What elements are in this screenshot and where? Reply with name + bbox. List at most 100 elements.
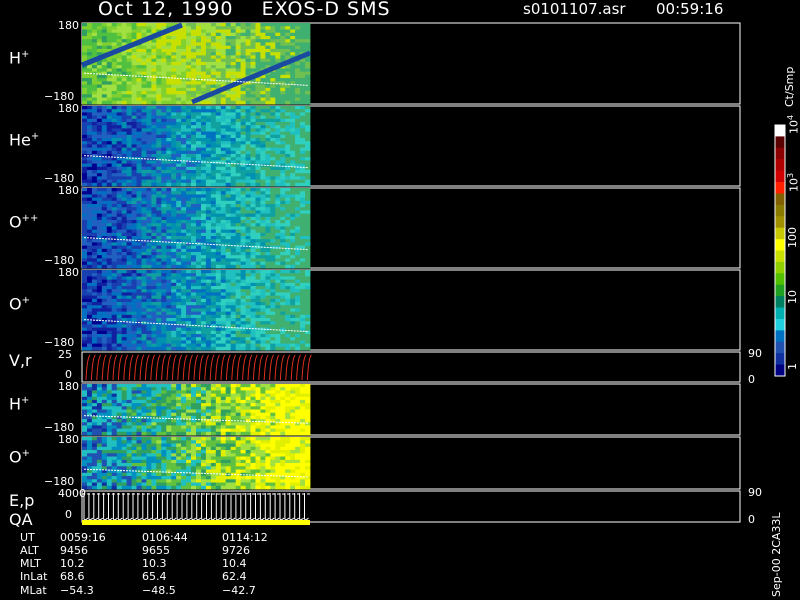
spectrogram-cell [161, 412, 167, 417]
spectrogram-cell [106, 248, 113, 253]
spectrogram-cell [156, 188, 162, 192]
spectrogram-cell [255, 311, 261, 316]
spectrogram-cell [290, 210, 296, 214]
spectrogram-cell [201, 182, 207, 187]
spectrogram-cell [245, 141, 251, 145]
spectrogram-cell [116, 115, 123, 120]
spectrogram-cell [181, 115, 187, 120]
spectrogram-cell [215, 334, 222, 338]
spectrogram-cell [171, 48, 177, 53]
spectrogram-cell [265, 298, 271, 303]
spectrogram-cell [250, 154, 256, 158]
spectrogram-cell [181, 279, 187, 284]
spectrogram-cell [255, 84, 261, 89]
spectrogram-cell [186, 182, 192, 187]
spectrogram-cell [245, 45, 251, 50]
spectrogram-cell [116, 255, 123, 259]
spectrogram-cell [166, 128, 172, 132]
spectrogram-cell [305, 223, 311, 227]
spectrogram-cell [196, 298, 202, 303]
spectrogram-cell [295, 346, 301, 351]
spectrogram-cell [131, 138, 137, 142]
spectrogram-cell [131, 109, 137, 113]
spectrogram-cell [215, 261, 222, 266]
spectrogram-cell [141, 226, 147, 230]
spectrogram-cell [136, 204, 142, 208]
spectrogram-cell [101, 65, 108, 69]
spectrogram-cell [96, 170, 103, 174]
spectrogram-cell [245, 122, 251, 126]
spectrogram-cell [230, 321, 237, 325]
spectrogram-cell [82, 207, 88, 211]
spectrogram-cell [116, 112, 123, 116]
spectrogram-cell [82, 36, 88, 40]
spectrogram-cell [106, 23, 113, 27]
spectrogram-cell [91, 393, 98, 398]
spectrogram-cell [280, 36, 286, 40]
spectrogram-cell [275, 42, 281, 46]
spectrogram-cell [280, 213, 286, 218]
spectrogram-cell [196, 173, 202, 177]
spectrogram-cell [230, 264, 237, 269]
spectrogram-cell [151, 390, 157, 394]
spectrogram-cell [126, 248, 132, 253]
spectrogram-cell [300, 131, 306, 136]
spectrogram-cell [171, 409, 177, 414]
spectrogram-cell [250, 94, 256, 98]
spectrogram-cell [300, 118, 306, 123]
spectrogram-cell [106, 65, 113, 69]
spectrogram-cell [126, 343, 132, 348]
spectrogram-cell [225, 314, 232, 319]
spectrogram-cell [196, 318, 202, 322]
spectrogram-cell [156, 179, 162, 184]
spectrogram-cell [285, 276, 291, 280]
spectrogram-cell [87, 346, 93, 351]
spectrogram-cell [245, 52, 251, 56]
spectrogram-cell [305, 276, 311, 280]
spectrogram-cell [210, 321, 217, 325]
spectrogram-cell [176, 45, 182, 50]
spectrogram-cell [245, 223, 251, 227]
spectrogram-cell [191, 94, 197, 98]
spectrogram-cell [171, 147, 177, 152]
spectrogram-cell [265, 131, 271, 136]
spectrogram-cell [171, 81, 177, 85]
spectrogram-cell [82, 334, 88, 338]
spectrogram-cell [161, 131, 167, 136]
spectrogram-cell [141, 188, 147, 192]
spectrogram-cell [196, 245, 202, 250]
spectrogram-cell [82, 261, 88, 266]
spectrogram-cell [171, 387, 177, 391]
spectrogram-cell [161, 154, 167, 158]
spectrogram-cell [106, 270, 113, 274]
spectrogram-cell [270, 223, 276, 227]
spectrogram-cell [305, 144, 311, 148]
spectrogram-cell [116, 191, 123, 195]
spectrogram-cell [166, 403, 172, 407]
spectrogram-cell [245, 144, 251, 148]
spectrogram-cell [91, 81, 98, 85]
spectrogram-cell [136, 324, 142, 328]
spectrogram-cell [116, 279, 123, 284]
spectrogram-cell [250, 112, 256, 116]
spectrogram-cell [245, 131, 251, 136]
spectrogram-cell [240, 282, 246, 287]
spectrogram-cell [111, 403, 118, 407]
spectrogram-cell [101, 239, 108, 243]
spectrogram-cell [245, 248, 251, 253]
spectrogram-cell [91, 264, 98, 269]
spectrogram-cell [196, 295, 202, 300]
spectrogram-cell [151, 223, 157, 227]
spectrogram-cell [270, 242, 276, 246]
spectrogram-cell [186, 91, 192, 95]
spectrogram-cell [161, 422, 167, 426]
spectrogram-cell [91, 314, 98, 319]
spectrogram-cell [121, 292, 128, 296]
spectrogram-cell [146, 409, 152, 414]
spectrogram-cell [290, 276, 296, 280]
spectrogram-cell [181, 282, 187, 287]
spectrogram-cell [171, 210, 177, 214]
spectrogram-cell [171, 36, 177, 40]
spectrogram-cell [91, 279, 98, 284]
spectrogram-cell [131, 106, 137, 110]
